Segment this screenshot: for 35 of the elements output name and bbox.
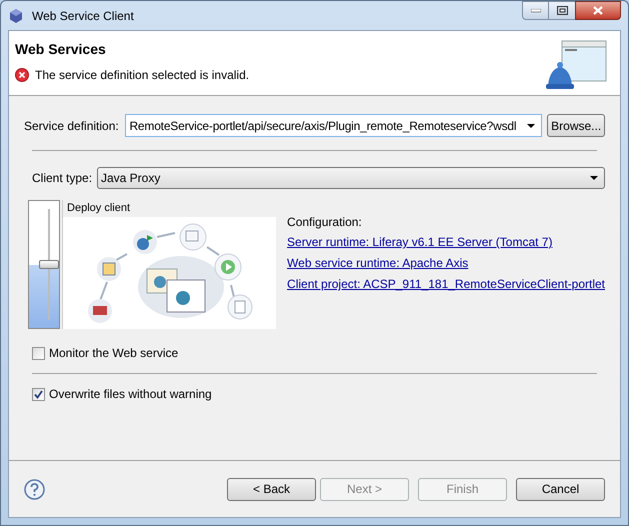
checkbox[interactable] <box>32 388 45 400</box>
minimize-icon <box>530 8 540 12</box>
configuration-link[interactable]: Client project: ACSP_911_181_RemoteServiceClient-portlet <box>287 277 605 291</box>
field-label: Client type: <box>31 170 94 186</box>
checkbox-label: Overwrite files without warning <box>49 386 212 403</box>
slider-thumb[interactable] <box>39 260 59 268</box>
configuration-link[interactable]: Web service runtime: Apache Axis <box>287 256 605 270</box>
checkbox-label: Monitor the Web service <box>49 345 178 362</box>
slider-track[interactable] <box>28 200 60 329</box>
checkbox[interactable] <box>32 346 45 360</box>
maximize-button[interactable] <box>549 1 575 20</box>
window-title: Web Service Client <box>32 8 134 24</box>
maximize-icon <box>556 6 568 15</box>
dropdown-arrow-icon <box>527 124 536 128</box>
error-icon <box>15 68 29 82</box>
dropdown-arrow-icon <box>590 176 598 180</box>
back-button[interactable]: < Back <box>227 478 316 500</box>
page-title: Web Services <box>15 40 107 59</box>
error-message: The service definition selected is invalid. <box>35 67 250 84</box>
service-definition-combo[interactable]: RemoteService-portlet/api/secure/axis/Plugin_remote_Remoteservice?wsdl <box>125 114 542 137</box>
configuration-link[interactable]: Server runtime: Liferay v6.1 EE Server (Tomcat 7) <box>287 235 605 249</box>
client-type-dropdown[interactable]: Java Proxy <box>97 166 605 188</box>
close-icon <box>593 6 603 15</box>
bell-window-icon <box>546 39 608 91</box>
help-icon[interactable] <box>24 478 45 500</box>
dropdown-value: Java Proxy <box>101 170 162 186</box>
close-button[interactable] <box>575 1 621 20</box>
field-value: RemoteService-portlet/api/secure/axis/Plugin_remote_Remoteservice?wsdl <box>129 118 518 134</box>
field-label: Service definition: <box>24 118 120 134</box>
check-icon <box>34 390 43 398</box>
app-icon <box>8 8 24 24</box>
cancel-button[interactable]: Cancel <box>516 478 605 500</box>
panel-title: Deploy client <box>63 200 276 217</box>
browse-button[interactable]: Browse... <box>547 114 605 137</box>
configuration-label: Configuration: <box>287 214 363 227</box>
